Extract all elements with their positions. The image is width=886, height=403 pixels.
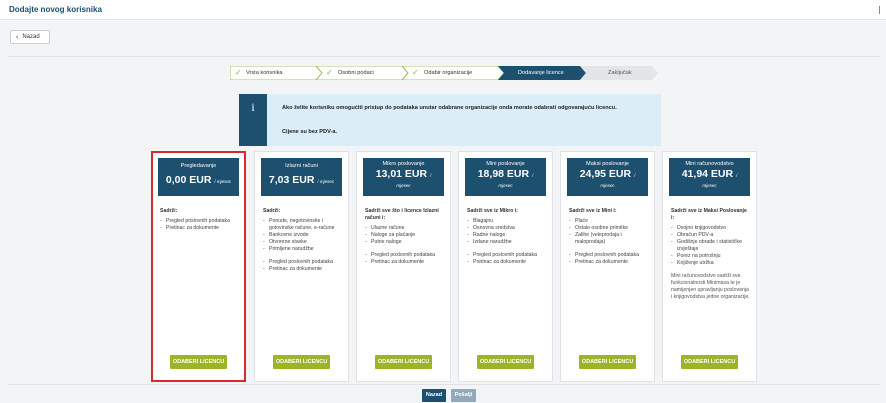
topbar-divider — [879, 6, 880, 14]
feature-item: Pretinac za dokumente — [467, 259, 547, 266]
plan-header: Maksi poslovanje 24,95 EUR / mjesec — [567, 158, 648, 196]
plan-name: Mini računovodstvo — [685, 161, 734, 167]
plan-card-mikro-poslovanje[interactable]: Mikro poslovanje 13,01 EUR / mjesec Sadr… — [356, 151, 451, 382]
plan-header: Pregledavanje 0,00 EUR / mjesec — [158, 158, 239, 196]
feature-item: Pretinac za dokumente — [263, 266, 343, 273]
plan-content: Sadrži: Ponude, negotovinske i gotovinsk… — [263, 208, 343, 273]
plan-note: Mini računovodstvo sadrži sve funkcional… — [671, 273, 750, 300]
plan-price: 7,03 EUR / mjesec — [268, 174, 335, 186]
feature-item: Zalihe (veleprodaja i maloprodaja) — [569, 232, 649, 246]
select-license-button[interactable]: ODABERI LICENCU — [170, 355, 227, 369]
submit-button[interactable]: Pošalji — [451, 389, 476, 402]
wizard-step-odabir-organizacije[interactable]: ✓ Odabir organizacije — [402, 66, 504, 80]
select-license-button[interactable]: ODABERI LICENCU — [579, 355, 636, 369]
feature-item: Primljene narudžbe — [263, 246, 343, 253]
feature-item: Izdane narudžbe — [467, 239, 547, 246]
plan-card-izlazni-racuni[interactable]: Izlazni računi 7,03 EUR / mjesec Sadrži:… — [254, 151, 349, 382]
feature-item: Pretinac za dokumente — [569, 259, 649, 266]
feature-item: Pretinac za dokumente — [160, 225, 240, 232]
price-note: Cijene su bez PDV-a. — [282, 129, 338, 135]
feature-item: Godišnje obrade i statističke izvještaje — [671, 239, 751, 253]
plan-content: Sadrži sve iz Maksi Poslovanje i: Dvojno… — [671, 208, 751, 301]
feature-item: Bankovne izvode — [263, 232, 343, 239]
feature-item: Radne naloge — [467, 232, 547, 239]
plan-card-mini-racunovodstvo[interactable]: Mini računovodstvo 41,94 EUR / mjesec Sa… — [662, 151, 757, 382]
plan-name: Maksi poslovanje — [586, 161, 629, 167]
select-license-button[interactable]: ODABERI LICENCU — [681, 355, 738, 369]
feature-item: Plaće — [569, 218, 649, 225]
feature-item: Pregled poslovnih podataka — [569, 252, 649, 259]
info-icon: i — [239, 94, 267, 146]
feature-item: Knjiženje utržka — [671, 260, 751, 267]
plan-price: 24,95 EUR / — [579, 168, 636, 180]
feature-item: Otvorene stavke — [263, 239, 343, 246]
feature-item: Blagajnu — [467, 218, 547, 225]
divider — [8, 56, 880, 57]
feature-item: Pregled poslovnih podataka — [467, 252, 547, 259]
select-license-button[interactable]: ODABERI LICENCU — [477, 355, 534, 369]
feature-item: Pregled poslovnih podataka — [160, 218, 240, 225]
plan-card-pregledavanje[interactable]: Pregledavanje 0,00 EUR / mjesec Sadrži: … — [151, 151, 246, 382]
feature-item: Ulazne račune — [365, 225, 445, 232]
feature-item: Naloge za plaćanje — [365, 232, 445, 239]
plan-price: 41,94 EUR / — [681, 168, 738, 180]
plan-content: Sadrži sve što i licence Izlazni računi … — [365, 208, 445, 266]
feature-item: Dvojno knjigovodstvo — [671, 225, 751, 232]
wizard-step-dodavanje-licence[interactable]: Dodavanje licence — [498, 66, 586, 80]
plan-price: 0,00 EUR / mjesec — [165, 174, 232, 186]
plan-period: mjesec — [396, 183, 411, 188]
back-button-label: Nazad — [22, 34, 40, 40]
feature-item: Ponude, negotovinske i gotovinske račune… — [263, 218, 343, 232]
check-icon: ✓ — [326, 68, 333, 77]
feature-item: Osnovna sredstva — [467, 225, 547, 232]
plan-header: Mikro poslovanje 13,01 EUR / mjesec — [363, 158, 444, 196]
plan-content: Sadrži sve iz Mini i: Plaće Ostale osobn… — [569, 208, 649, 266]
feature-item: Pregled poslovnih podataka — [263, 259, 343, 266]
feature-item: Putne naloge — [365, 239, 445, 246]
plan-name: Mini poslovanje — [486, 161, 525, 167]
top-bar: Dodajte novog korisnika — [0, 0, 886, 20]
check-icon: ✓ — [412, 68, 419, 77]
plan-period: mjesec — [600, 183, 615, 188]
plan-card-maksi-poslovanje[interactable]: Maksi poslovanje 24,95 EUR / mjesec Sadr… — [560, 151, 655, 382]
plan-price: 13,01 EUR / — [375, 168, 432, 180]
plan-header: Mini računovodstvo 41,94 EUR / mjesec — [669, 158, 750, 196]
divider — [8, 384, 880, 385]
check-icon: ✓ — [235, 68, 242, 77]
plan-name: Mikro poslovanje — [382, 161, 425, 167]
footer-back-button[interactable]: Nazad — [422, 389, 446, 402]
plan-header: Mini poslovanje 18,98 EUR / mjesec — [465, 158, 546, 196]
plan-card-mini-poslovanje[interactable]: Mini poslovanje 18,98 EUR / mjesec Sadrž… — [458, 151, 553, 382]
plan-name: Pregledavanje — [180, 163, 217, 169]
feature-item: Porez na potrošnju — [671, 253, 751, 260]
wizard-step-vrsta-korisnika[interactable]: ✓ Vrsta korisnika — [230, 66, 322, 80]
plan-period: mjesec — [498, 183, 513, 188]
wizard-step-osobni-podaci[interactable]: ✓ Osobni podaci — [316, 66, 408, 80]
info-message: Ako želite korisniku omogućiti pristup d… — [282, 105, 617, 111]
feature-item: Pretinac za dokumente — [365, 259, 445, 266]
feature-item: Ostale osobne primitke — [569, 225, 649, 232]
wizard-step-zakljucak[interactable]: Zaključak — [580, 66, 658, 80]
plan-content: Sadrži sve iz Mikro i: Blagajnu Osnovna … — [467, 208, 547, 266]
feature-item: Obračun PDV-a — [671, 232, 751, 239]
plan-content: Sadrži: Pregled poslovnih podataka Preti… — [160, 208, 240, 232]
select-license-button[interactable]: ODABERI LICENCU — [375, 355, 432, 369]
back-button[interactable]: ‹ Nazad — [10, 30, 50, 44]
page-title: Dodajte novog korisnika — [9, 5, 102, 14]
chevron-left-icon: ‹ — [16, 33, 19, 41]
info-box: i Ako želite korisniku omogućiti pristup… — [239, 94, 661, 146]
feature-item: Pregled poslovnih podataka — [365, 252, 445, 259]
plan-header: Izlazni računi 7,03 EUR / mjesec — [261, 158, 342, 196]
plan-price: 18,98 EUR / — [477, 168, 534, 180]
plan-name: Izlazni računi — [285, 163, 318, 169]
plan-period: mjesec — [702, 183, 717, 188]
select-license-button[interactable]: ODABERI LICENCU — [273, 355, 330, 369]
